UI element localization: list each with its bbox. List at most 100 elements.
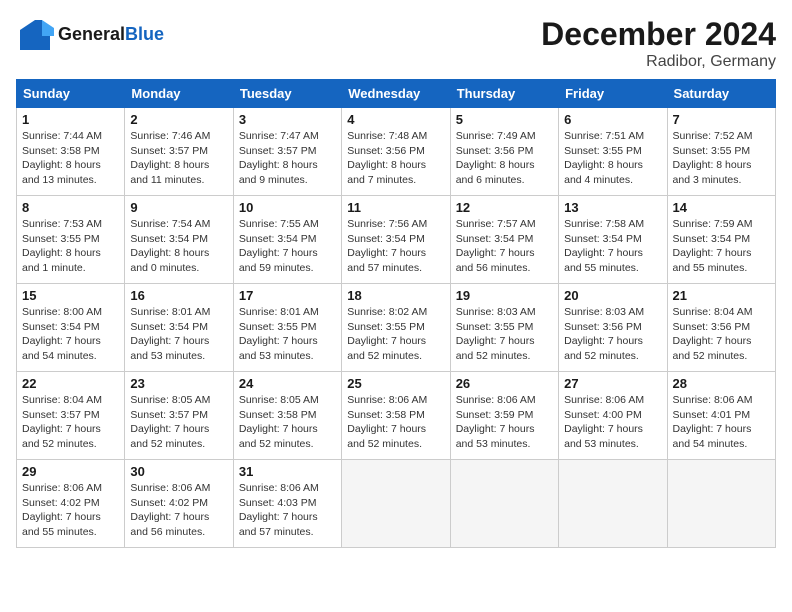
day-info: Sunrise: 8:05 AM Sunset: 3:58 PM Dayligh… <box>239 393 336 452</box>
table-cell: 16 Sunrise: 8:01 AM Sunset: 3:54 PM Dayli… <box>125 284 233 372</box>
table-cell: 18Sunrise: 8:02 AM Sunset: 3:55 PM Dayli… <box>342 284 450 372</box>
day-info: Sunrise: 7:55 AM Sunset: 3:54 PM Dayligh… <box>239 217 336 276</box>
table-cell: 27Sunrise: 8:06 AM Sunset: 4:00 PM Dayli… <box>559 372 667 460</box>
table-cell: 31 Sunrise: 8:06 AM Sunset: 4:03 PM Dayli… <box>233 460 341 548</box>
col-tuesday: Tuesday <box>233 80 341 108</box>
table-cell <box>559 460 667 548</box>
table-cell: 17 Sunrise: 8:01 AM Sunset: 3:55 PM Dayli… <box>233 284 341 372</box>
col-wednesday: Wednesday <box>342 80 450 108</box>
day-number: 31 <box>239 464 336 479</box>
logo-icon <box>16 16 54 54</box>
day-info: Sunrise: 8:05 AM Sunset: 3:57 PM Dayligh… <box>130 393 227 452</box>
day-number: 13 <box>564 200 661 215</box>
day-info: Sunrise: 7:44 AM Sunset: 3:58 PM Dayligh… <box>22 129 119 188</box>
table-cell: 23 Sunrise: 8:05 AM Sunset: 3:57 PM Dayli… <box>125 372 233 460</box>
week-row-2: 15 Sunrise: 8:00 AM Sunset: 3:54 PM Dayli… <box>17 284 776 372</box>
col-sunday: Sunday <box>17 80 125 108</box>
day-info: Sunrise: 8:00 AM Sunset: 3:54 PM Dayligh… <box>22 305 119 364</box>
day-info: Sunrise: 8:03 AM Sunset: 3:55 PM Dayligh… <box>456 305 553 364</box>
title-block: December 2024 Radibor, Germany <box>541 16 776 71</box>
day-info: Sunrise: 7:51 AM Sunset: 3:55 PM Dayligh… <box>564 129 661 188</box>
day-info: Sunrise: 8:03 AM Sunset: 3:56 PM Dayligh… <box>564 305 661 364</box>
table-cell: 1 Sunrise: 7:44 AM Sunset: 3:58 PM Daylig… <box>17 108 125 196</box>
day-info: Sunrise: 8:06 AM Sunset: 4:02 PM Dayligh… <box>22 481 119 540</box>
logo: GeneralBlue <box>16 16 164 54</box>
day-number: 6 <box>564 112 661 127</box>
day-number: 22 <box>22 376 119 391</box>
table-cell: 15 Sunrise: 8:00 AM Sunset: 3:54 PM Dayli… <box>17 284 125 372</box>
day-number: 17 <box>239 288 336 303</box>
day-number: 1 <box>22 112 119 127</box>
day-info: Sunrise: 7:54 AM Sunset: 3:54 PM Dayligh… <box>130 217 227 276</box>
day-info: Sunrise: 8:01 AM Sunset: 3:54 PM Dayligh… <box>130 305 227 364</box>
day-info: Sunrise: 8:06 AM Sunset: 3:58 PM Dayligh… <box>347 393 444 452</box>
table-cell: 5 Sunrise: 7:49 AM Sunset: 3:56 PM Daylig… <box>450 108 558 196</box>
table-cell: 21Sunrise: 8:04 AM Sunset: 3:56 PM Dayli… <box>667 284 775 372</box>
table-cell: 8 Sunrise: 7:53 AM Sunset: 3:55 PM Daylig… <box>17 196 125 284</box>
table-cell: 6 Sunrise: 7:51 AM Sunset: 3:55 PM Daylig… <box>559 108 667 196</box>
week-row-4: 29 Sunrise: 8:06 AM Sunset: 4:02 PM Dayli… <box>17 460 776 548</box>
col-monday: Monday <box>125 80 233 108</box>
table-cell: 4Sunrise: 7:48 AM Sunset: 3:56 PM Daylig… <box>342 108 450 196</box>
day-number: 16 <box>130 288 227 303</box>
day-info: Sunrise: 8:01 AM Sunset: 3:55 PM Dayligh… <box>239 305 336 364</box>
table-cell: 30Sunrise: 8:06 AM Sunset: 4:02 PM Dayli… <box>125 460 233 548</box>
day-number: 20 <box>564 288 661 303</box>
calendar-title: December 2024 <box>541 16 776 53</box>
table-cell: 2 Sunrise: 7:46 AM Sunset: 3:57 PM Daylig… <box>125 108 233 196</box>
week-row-1: 8 Sunrise: 7:53 AM Sunset: 3:55 PM Daylig… <box>17 196 776 284</box>
table-cell: 12Sunrise: 7:57 AM Sunset: 3:54 PM Dayli… <box>450 196 558 284</box>
day-number: 2 <box>130 112 227 127</box>
day-info: Sunrise: 7:57 AM Sunset: 3:54 PM Dayligh… <box>456 217 553 276</box>
col-friday: Friday <box>559 80 667 108</box>
day-number: 11 <box>347 200 444 215</box>
table-cell: 25Sunrise: 8:06 AM Sunset: 3:58 PM Dayli… <box>342 372 450 460</box>
table-cell: 11 Sunrise: 7:56 AM Sunset: 3:54 PM Dayli… <box>342 196 450 284</box>
col-thursday: Thursday <box>450 80 558 108</box>
table-cell: 10 Sunrise: 7:55 AM Sunset: 3:54 PM Dayli… <box>233 196 341 284</box>
day-info: Sunrise: 8:04 AM Sunset: 3:57 PM Dayligh… <box>22 393 119 452</box>
table-cell: 3 Sunrise: 7:47 AM Sunset: 3:57 PM Daylig… <box>233 108 341 196</box>
day-number: 10 <box>239 200 336 215</box>
day-number: 15 <box>22 288 119 303</box>
table-cell: 26Sunrise: 8:06 AM Sunset: 3:59 PM Dayli… <box>450 372 558 460</box>
day-info: Sunrise: 8:06 AM Sunset: 4:03 PM Dayligh… <box>239 481 336 540</box>
day-info: Sunrise: 7:48 AM Sunset: 3:56 PM Dayligh… <box>347 129 444 188</box>
day-info: Sunrise: 7:49 AM Sunset: 3:56 PM Dayligh… <box>456 129 553 188</box>
table-cell: 19 Sunrise: 8:03 AM Sunset: 3:55 PM Dayli… <box>450 284 558 372</box>
day-number: 14 <box>673 200 770 215</box>
table-cell: 24 Sunrise: 8:05 AM Sunset: 3:58 PM Dayli… <box>233 372 341 460</box>
table-cell: 7Sunrise: 7:52 AM Sunset: 3:55 PM Daylig… <box>667 108 775 196</box>
day-number: 26 <box>456 376 553 391</box>
day-info: Sunrise: 7:52 AM Sunset: 3:55 PM Dayligh… <box>673 129 770 188</box>
day-info: Sunrise: 8:06 AM Sunset: 4:00 PM Dayligh… <box>564 393 661 452</box>
day-number: 8 <box>22 200 119 215</box>
page-header: GeneralBlue December 2024 Radibor, Germa… <box>16 16 776 71</box>
table-cell <box>342 460 450 548</box>
table-cell: 22 Sunrise: 8:04 AM Sunset: 3:57 PM Dayli… <box>17 372 125 460</box>
day-info: Sunrise: 7:59 AM Sunset: 3:54 PM Dayligh… <box>673 217 770 276</box>
day-info: Sunrise: 7:53 AM Sunset: 3:55 PM Dayligh… <box>22 217 119 276</box>
table-cell: 20 Sunrise: 8:03 AM Sunset: 3:56 PM Dayli… <box>559 284 667 372</box>
table-cell <box>450 460 558 548</box>
day-number: 30 <box>130 464 227 479</box>
day-info: Sunrise: 7:46 AM Sunset: 3:57 PM Dayligh… <box>130 129 227 188</box>
day-number: 5 <box>456 112 553 127</box>
calendar-header-row: Sunday Monday Tuesday Wednesday Thursday… <box>17 80 776 108</box>
table-cell: 9Sunrise: 7:54 AM Sunset: 3:54 PM Daylig… <box>125 196 233 284</box>
day-number: 29 <box>22 464 119 479</box>
calendar-table: Sunday Monday Tuesday Wednesday Thursday… <box>16 79 776 548</box>
table-cell: 14 Sunrise: 7:59 AM Sunset: 3:54 PM Dayli… <box>667 196 775 284</box>
day-number: 23 <box>130 376 227 391</box>
day-number: 18 <box>347 288 444 303</box>
day-number: 24 <box>239 376 336 391</box>
logo-text: GeneralBlue <box>58 25 164 45</box>
day-number: 3 <box>239 112 336 127</box>
day-number: 21 <box>673 288 770 303</box>
table-cell: 29 Sunrise: 8:06 AM Sunset: 4:02 PM Dayli… <box>17 460 125 548</box>
table-cell: 13Sunrise: 7:58 AM Sunset: 3:54 PM Dayli… <box>559 196 667 284</box>
day-number: 19 <box>456 288 553 303</box>
day-info: Sunrise: 7:47 AM Sunset: 3:57 PM Dayligh… <box>239 129 336 188</box>
day-info: Sunrise: 7:56 AM Sunset: 3:54 PM Dayligh… <box>347 217 444 276</box>
day-number: 28 <box>673 376 770 391</box>
